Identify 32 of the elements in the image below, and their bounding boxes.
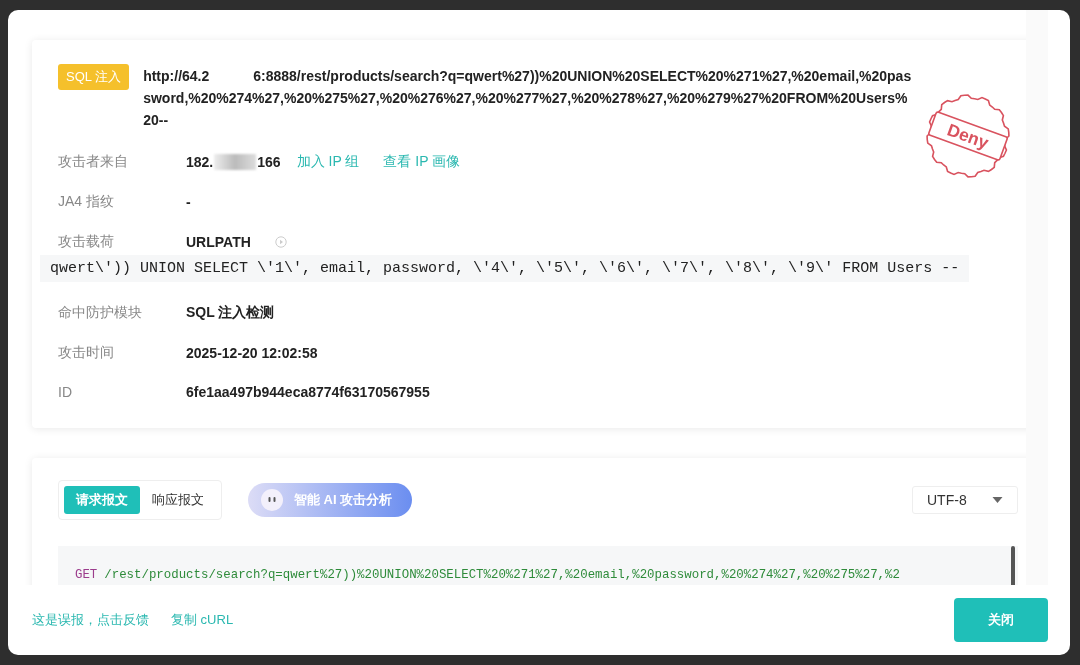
field-label: 攻击载荷 [58,233,115,251]
http-method: GET [75,568,98,582]
field-label: JA4 指纹 [58,193,115,211]
field-label: ID [58,384,73,400]
field-label: 命中防护模块 [58,304,143,322]
play-icon[interactable] [274,236,287,248]
field-value: SQL 注入检测 [186,304,275,322]
scrollbar[interactable] [1011,546,1015,585]
ip-text: 166 [257,154,281,170]
url-text: http://64.2 6:8888/rest/products/search?q=qwert%27))%20UNION%20SELECT%20%271%27,%20email,%20password,%20%274%27,%20%275%27,%20%276%27,%20%277%27,%20%278%27,%20%279%27%20FROM%20Users%20-- [143,67,913,130]
attack-type-badge: SQL 注入 [58,64,130,90]
field-label: 攻击者来自 [58,153,129,171]
link[interactable]: 这是误报，点击反馈 [32,611,149,629]
link[interactable]: 加入 IP 组 [296,153,360,171]
payload-code: qwert\')) UNION SELECT \'1\', email, password, \'4\', \'5\', \'6\', \'7\', \'8\', \'9\' FROM Users -- [40,255,970,282]
tab[interactable]: 响应报文 [140,486,216,514]
field-value: - [186,194,191,210]
caret-icon [992,497,1003,503]
ip-text: 182. [186,154,214,170]
field-value: 2025-12-20 12:02:58 [186,345,318,361]
request-path: /rest/products/search?q=qwert%27))%20UNION%20SELECT%20%271%27,%20email,%20password,%20%274%27,%20%275%27,%2 [104,568,900,582]
encoding-select[interactable]: UTF-8 [912,486,1018,514]
field-label: 攻击时间 [58,344,115,362]
ai-analysis-button[interactable]: 智能 AI 攻击分析 [248,483,413,517]
tab[interactable]: 请求报文 [64,486,140,514]
robot-icon [260,488,284,512]
field-value: URLPATH [186,234,251,250]
close-button[interactable]: 关闭 [954,598,1048,642]
link[interactable]: 查看 IP 画像 [383,153,461,171]
redaction-blur [214,154,257,170]
link[interactable]: 复制 cURL [171,611,234,629]
field-value: 6fe1aa497b944eca8774f63170567955 [186,384,430,400]
